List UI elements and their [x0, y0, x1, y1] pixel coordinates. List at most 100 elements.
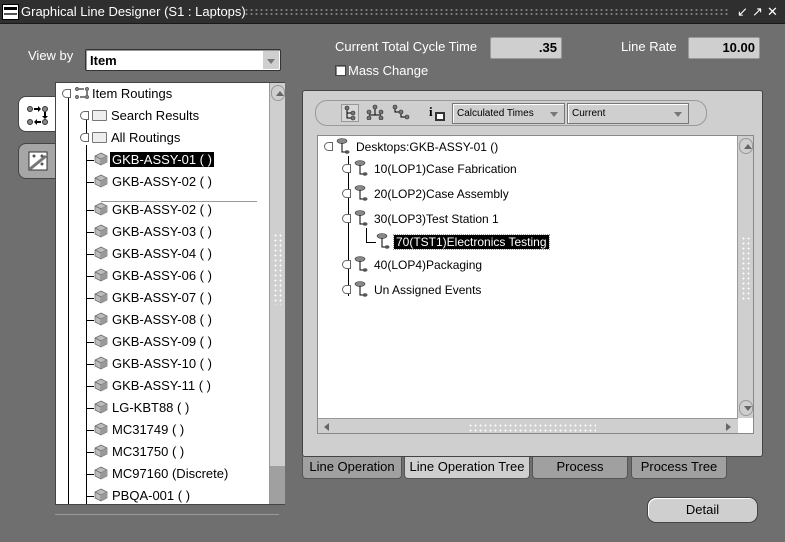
item-routing-node[interactable]: GKB-ASSY-07 ( ) — [94, 288, 214, 308]
view-by-select[interactable]: Item — [85, 49, 281, 71]
tab-process-tree[interactable]: Process Tree — [631, 457, 727, 479]
line-operation-tree-panel: i Calculated Times Current Desktops:GKB-… — [302, 90, 763, 457]
item-cube-icon — [94, 378, 108, 392]
item-cube-icon — [94, 466, 108, 480]
folder-all-routings[interactable]: All Routings — [80, 128, 182, 148]
divider — [55, 514, 279, 515]
scroll-down-icon[interactable] — [739, 400, 753, 416]
maximize-icon[interactable]: ↗ — [751, 4, 764, 19]
item-routing-node[interactable]: GKB-ASSY-03 ( ) — [94, 222, 214, 242]
title-drag-grip[interactable] — [244, 8, 729, 16]
op-tree-root[interactable]: Desktops:GKB-ASSY-01 () — [324, 138, 500, 156]
info-button[interactable]: i — [428, 104, 446, 122]
scroll-left-icon[interactable] — [320, 420, 335, 433]
routing-flow-icon — [27, 106, 48, 125]
item-routing-node[interactable]: MC31750 ( ) — [94, 442, 186, 462]
expand-icon[interactable] — [80, 111, 89, 120]
version-select[interactable]: Current — [567, 103, 689, 124]
tree-line — [366, 242, 376, 243]
scroll-thumb-grip[interactable] — [741, 236, 751, 301]
item-routing-node[interactable]: GKB-ASSY-02 ( ) — [94, 172, 214, 192]
scroll-thumb-grip[interactable] — [468, 423, 596, 433]
item-routing-label: GKB-ASSY-11 ( ) — [112, 378, 211, 393]
scroll-up-icon[interactable] — [739, 138, 753, 154]
org-chart-icon — [366, 104, 384, 121]
times-select[interactable]: Calculated Times — [452, 103, 565, 124]
minimize-icon[interactable]: ↙ — [736, 4, 749, 19]
expand-icon[interactable] — [342, 189, 351, 198]
op-tree-vscrollbar[interactable] — [737, 136, 753, 418]
expand-icon[interactable] — [342, 260, 351, 269]
tree-line — [86, 210, 94, 211]
flow-view-button[interactable] — [392, 104, 410, 122]
collapse-icon[interactable] — [342, 214, 351, 223]
folder-label: Search Results — [111, 108, 200, 123]
tree-line — [86, 320, 94, 321]
scroll-right-icon[interactable] — [721, 420, 736, 433]
item-routing-node[interactable]: GKB-ASSY-08 ( ) — [94, 310, 214, 330]
operation-label: 40(LOP4)Packaging — [374, 258, 483, 272]
op-tree-hscrollbar[interactable] — [318, 418, 738, 433]
detail-button[interactable]: Detail — [647, 497, 758, 523]
operation-node[interactable]: Un Assigned Events — [342, 281, 483, 299]
collapse-icon[interactable] — [324, 142, 333, 151]
tree-line — [86, 474, 94, 475]
item-routing-label: PBQA-001 ( ) — [112, 488, 191, 503]
item-routing-node[interactable]: GKB-ASSY-11 ( ) — [94, 376, 213, 396]
item-routing-node[interactable]: GKB-ASSY-02 ( ) — [94, 200, 214, 220]
tab-routing-flow[interactable] — [18, 96, 56, 132]
collapse-icon[interactable] — [80, 133, 89, 142]
item-routing-node[interactable]: MC97160 (Discrete) — [94, 464, 230, 484]
item-routing-label: GKB-ASSY-09 ( ) — [112, 334, 212, 349]
operation-node[interactable]: 40(LOP4)Packaging — [342, 256, 484, 274]
item-routing-node[interactable]: GKB-ASSY-04 ( ) — [94, 244, 214, 264]
expand-icon[interactable] — [342, 285, 351, 294]
flow-view-icon — [392, 104, 410, 120]
tab-line-operation-tree[interactable]: Line Operation Tree — [404, 457, 530, 479]
vertical-tree-button[interactable] — [341, 104, 359, 122]
item-routing-label: GKB-ASSY-10 ( ) — [112, 356, 212, 371]
tree-line — [86, 276, 94, 277]
chevron-down-icon[interactable] — [550, 112, 558, 117]
tree-root[interactable]: Item Routings — [62, 84, 174, 104]
chevron-down-icon[interactable] — [263, 51, 279, 69]
item-routing-node[interactable]: GKB-ASSY-09 ( ) — [94, 332, 214, 352]
item-routing-node[interactable]: PBQA-001 ( ) — [94, 486, 192, 504]
tab-process[interactable]: Process — [532, 457, 628, 479]
operation-node[interactable]: 30(LOP3)Test Station 1 — [342, 210, 501, 228]
item-routing-node[interactable]: LG-KBT88 ( ) — [94, 398, 191, 418]
item-cube-icon — [94, 334, 108, 348]
item-cube-icon — [94, 174, 108, 188]
resource-icon — [336, 138, 350, 154]
chevron-down-icon[interactable] — [674, 112, 682, 117]
item-routing-node[interactable]: MC31749 ( ) — [94, 420, 186, 440]
expand-icon[interactable] — [342, 164, 351, 173]
close-icon[interactable]: ✕ — [766, 4, 779, 19]
scroll-up-icon[interactable] — [271, 85, 285, 101]
operation-label: 10(LOP1)Case Fabrication — [374, 162, 517, 176]
collapse-icon[interactable] — [62, 89, 71, 98]
folder-search-results[interactable]: Search Results — [80, 106, 201, 126]
operation-node[interactable]: 20(LOP2)Case Assembly — [342, 185, 511, 203]
tab-graphical-view[interactable] — [18, 143, 56, 179]
operation-node[interactable]: 10(LOP1)Case Fabrication — [342, 160, 519, 178]
mass-change-label: Mass Change — [348, 63, 429, 78]
item-routing-node[interactable]: GKB-ASSY-06 ( ) — [94, 266, 214, 286]
tab-line-operation[interactable]: Line Operation — [302, 457, 402, 479]
graphical-view-icon — [28, 151, 48, 171]
scroll-thumb-grip[interactable] — [273, 233, 283, 305]
line-rate-label: Line Rate — [621, 39, 677, 54]
item-routing-node[interactable]: GKB-ASSY-10 ( ) — [94, 354, 214, 374]
tree-line — [86, 254, 94, 255]
item-routing-label: GKB-ASSY-02 ( ) — [112, 202, 212, 217]
mass-change-checkbox[interactable] — [335, 65, 346, 76]
horizontal-tree-button[interactable] — [366, 104, 384, 122]
item-routing-node[interactable]: GKB-ASSY-01 ( ) — [94, 150, 214, 170]
times-select-value: Calculated Times — [457, 108, 534, 119]
version-select-value: Current — [572, 108, 606, 119]
item-routing-label: MC31749 ( ) — [112, 422, 185, 437]
tree-line — [86, 408, 94, 409]
scroll-track[interactable] — [270, 466, 285, 504]
operation-node[interactable]: 70(TST1)Electronics Testing — [376, 233, 550, 251]
left-tree-scrollbar[interactable] — [269, 83, 285, 504]
